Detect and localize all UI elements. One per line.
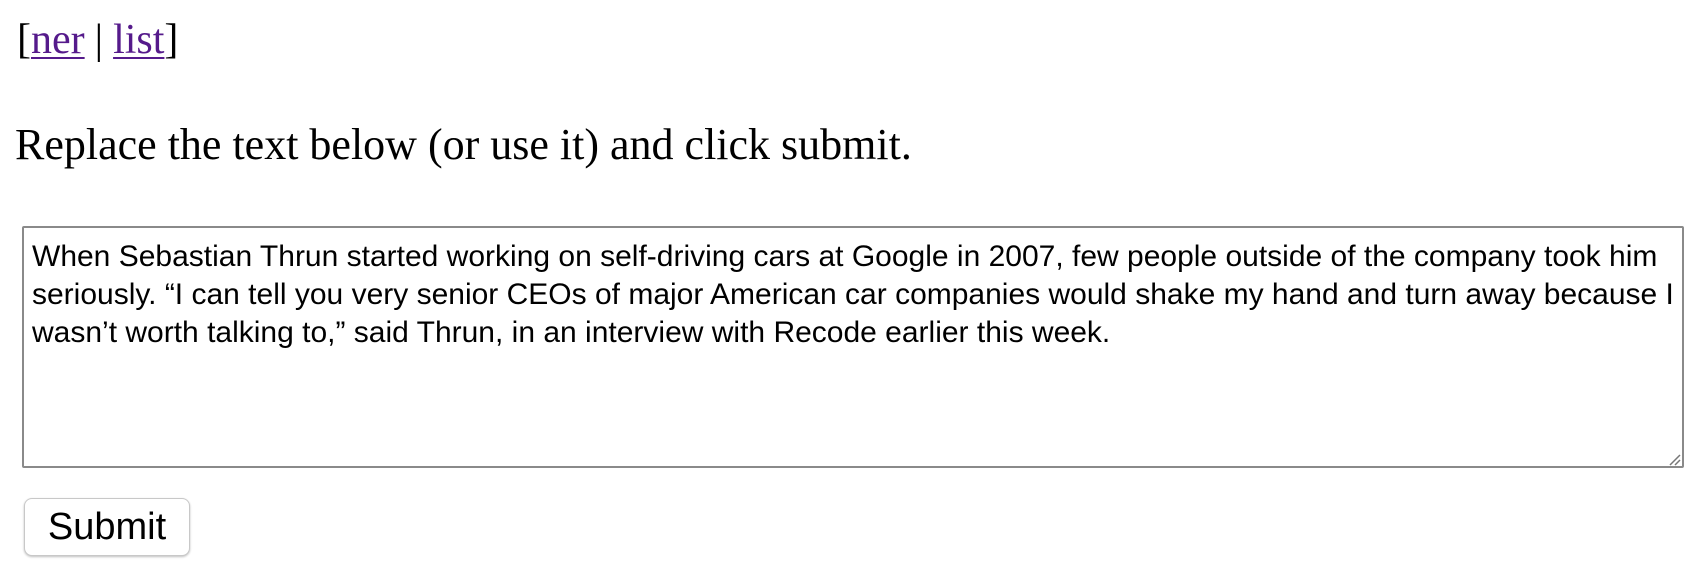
nav-links: [ner | list]: [17, 14, 178, 66]
instruction-text: Replace the text below (or use it) and c…: [15, 120, 912, 169]
list-link[interactable]: list: [113, 17, 164, 63]
text-input[interactable]: When Sebastian Thrun started working on …: [22, 226, 1684, 468]
nav-close-bracket: ]: [164, 17, 179, 63]
nav-open-bracket: [: [17, 17, 31, 63]
ner-link[interactable]: ner: [31, 17, 85, 63]
submit-button[interactable]: Submit: [24, 498, 190, 556]
resize-grip-icon[interactable]: [1667, 452, 1681, 466]
nav-separator: |: [94, 17, 104, 63]
